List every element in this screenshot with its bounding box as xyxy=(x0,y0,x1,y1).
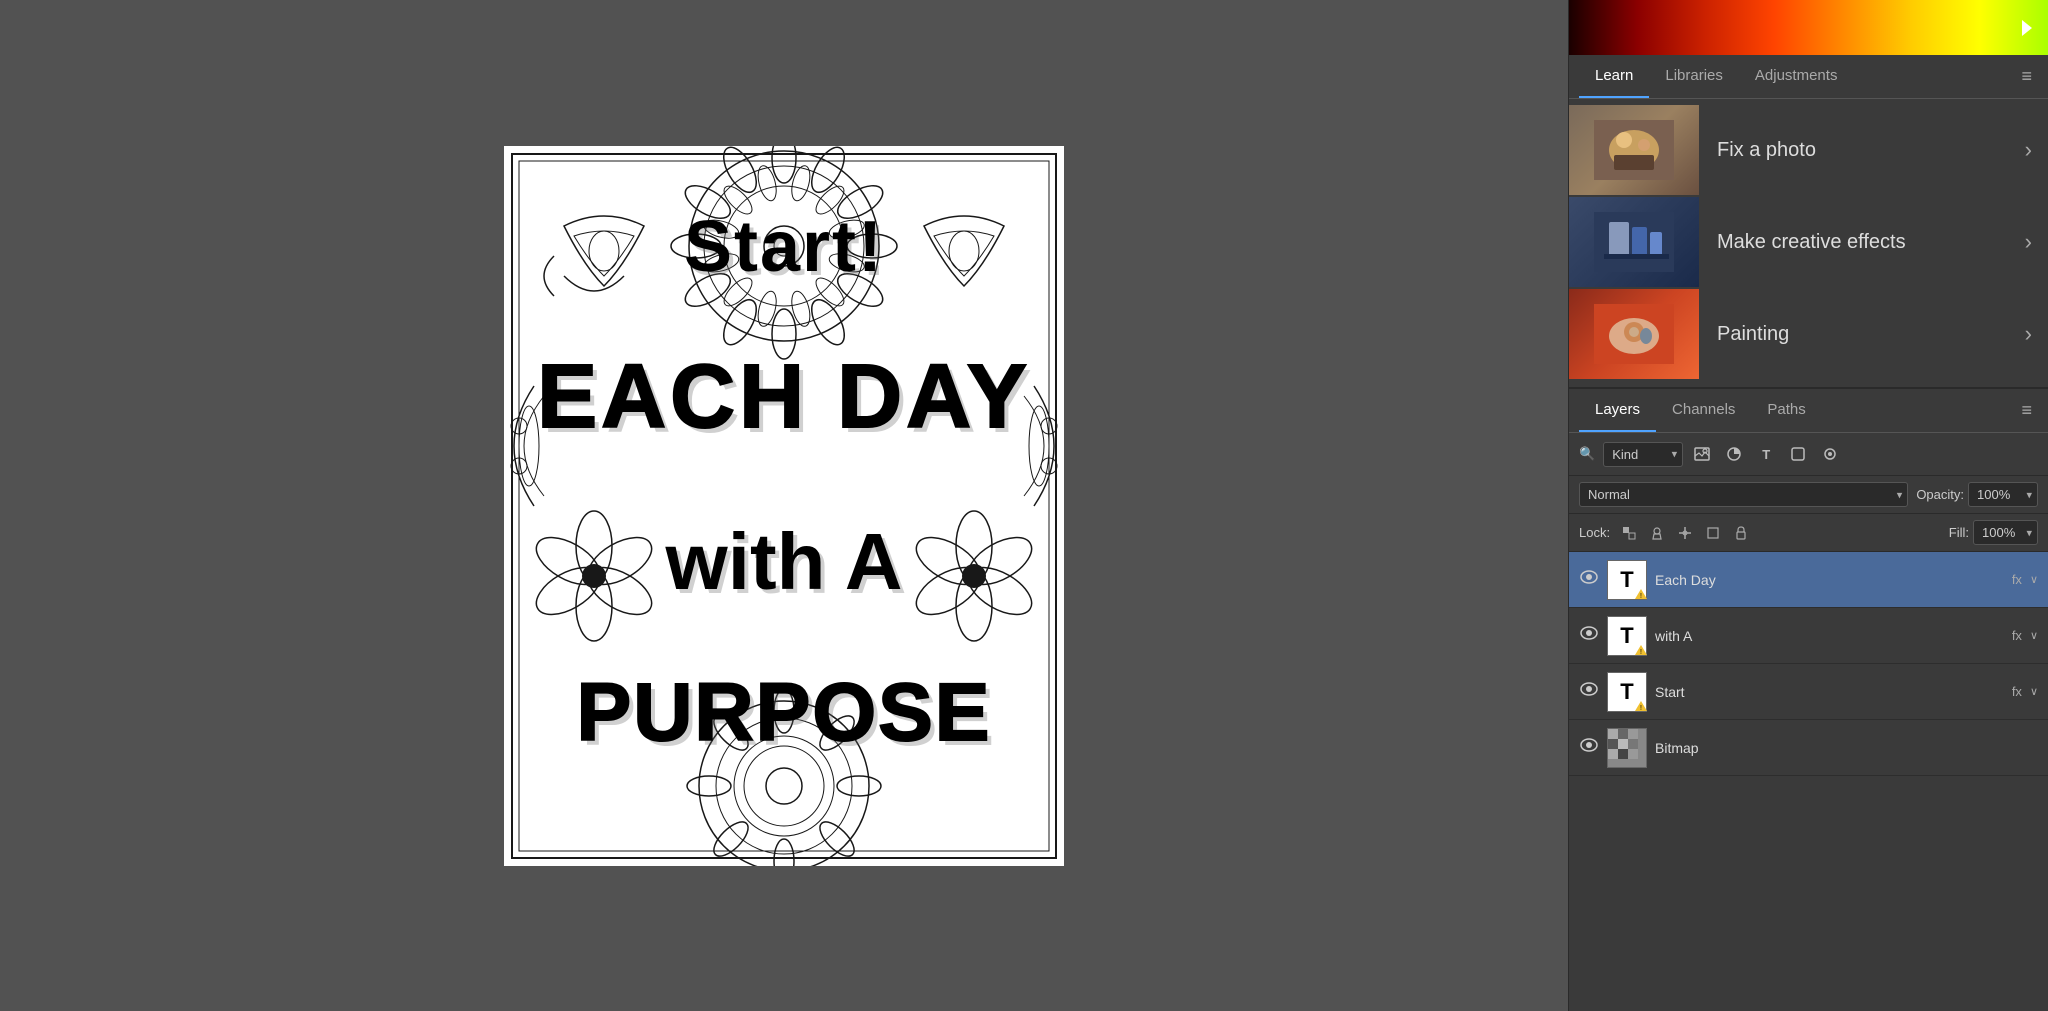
layer-item-each-day[interactable]: T ! Each Day fx ∨ xyxy=(1569,552,2048,608)
lock-fill-row: Lock: Fill: xyxy=(1569,514,2048,552)
filter-type-btn[interactable]: T xyxy=(1753,441,1779,467)
lock-position-btn[interactable] xyxy=(1674,522,1696,544)
layer-thumb-each-day: T ! xyxy=(1607,560,1647,600)
layer-fx-arrow-start[interactable]: ∨ xyxy=(2030,685,2038,698)
learn-card-fix-photo-label: Fix a photo xyxy=(1699,139,2025,162)
layer-item-with-a[interactable]: T ! with A fx ∨ xyxy=(1569,608,2048,664)
layer-item-start[interactable]: T ! Start fx ∨ xyxy=(1569,664,2048,720)
learn-card-creative-thumb xyxy=(1569,197,1699,287)
layers-list: T ! Each Day fx ∨ T ! with A fx ∨ xyxy=(1569,552,2048,1011)
lock-artboard-btn[interactable] xyxy=(1702,522,1724,544)
learn-card-fix-photo-arrow: › xyxy=(2025,137,2048,163)
tab-libraries[interactable]: Libraries xyxy=(1649,55,1739,98)
layer-visibility-each-day[interactable] xyxy=(1579,570,1599,589)
filter-shape-btn[interactable] xyxy=(1785,441,1811,467)
warn-triangle-start: ! xyxy=(1634,699,1648,713)
learn-card-fix-photo[interactable]: Fix a photo › xyxy=(1569,105,2048,195)
opacity-wrapper: Opacity: xyxy=(1916,482,2038,507)
layers-panel-menu-icon[interactable]: ≡ xyxy=(2015,396,2038,425)
kind-select[interactable]: Kind xyxy=(1603,442,1683,467)
opacity-input-wrapper[interactable] xyxy=(1968,482,2038,507)
search-icon: 🔍 xyxy=(1579,446,1595,462)
learn-card-creative-arrow: › xyxy=(2025,229,2048,255)
canvas-text-with-a: with A xyxy=(666,516,903,608)
svg-text:!: ! xyxy=(1640,649,1642,656)
tab-layers[interactable]: Layers xyxy=(1579,389,1656,432)
color-gradient xyxy=(1569,0,2048,55)
lock-icons-group xyxy=(1618,522,1752,544)
triangle-indicator xyxy=(2022,20,2032,36)
learn-cards-container: Fix a photo › Make creative effects › xyxy=(1569,99,2048,387)
layer-name-with-a: with A xyxy=(1655,628,2004,644)
learn-card-fix-photo-thumb xyxy=(1569,105,1699,195)
layer-name-start: Start xyxy=(1655,684,2004,700)
filter-smart-btn[interactable] xyxy=(1817,441,1843,467)
canvas-text-start: Start! xyxy=(684,206,884,288)
tab-paths[interactable]: Paths xyxy=(1751,389,1821,432)
blend-mode-wrapper[interactable]: Normal xyxy=(1579,482,1908,507)
learn-card-painting-label: Painting xyxy=(1699,323,2025,346)
layer-item-bitmap[interactable]: Bitmap xyxy=(1569,720,2048,776)
learn-card-painting-thumb xyxy=(1569,289,1699,379)
learn-card-creative-label: Make creative effects xyxy=(1699,231,2025,254)
layer-fx-arrow-each-day[interactable]: ∨ xyxy=(2030,573,2038,586)
blend-opacity-row: Normal Opacity: xyxy=(1569,476,2048,514)
opacity-input[interactable] xyxy=(1968,482,2038,507)
filter-image-btn[interactable] xyxy=(1689,441,1715,467)
warn-triangle-each-day: ! xyxy=(1634,587,1648,601)
lock-all-btn[interactable] xyxy=(1730,522,1752,544)
learn-card-painting-arrow: › xyxy=(2025,321,2048,347)
lock-image-btn[interactable] xyxy=(1646,522,1668,544)
canvas-area: Start! EACH DAY with A PURPOSE xyxy=(0,0,1568,1011)
layer-visibility-bitmap[interactable] xyxy=(1579,738,1599,757)
canvas-text-each-day: EACH DAY xyxy=(537,346,1031,449)
filter-adjustment-btn[interactable] xyxy=(1721,441,1747,467)
layer-thumb-start: T ! xyxy=(1607,672,1647,712)
color-bar-indicator xyxy=(2022,0,2038,55)
layer-thumb-bitmap xyxy=(1607,728,1647,768)
layer-name-each-day: Each Day xyxy=(1655,572,2004,588)
fill-control: Fill: xyxy=(1949,520,2038,545)
layer-visibility-with-a[interactable] xyxy=(1579,626,1599,645)
artwork-canvas: Start! EACH DAY with A PURPOSE xyxy=(504,146,1064,866)
layer-thumb-with-a: T ! xyxy=(1607,616,1647,656)
layer-fx-each-day[interactable]: fx xyxy=(2012,572,2022,587)
tab-learn[interactable]: Learn xyxy=(1579,55,1649,98)
warn-triangle-with-a: ! xyxy=(1634,643,1648,657)
layer-thumb-text-icon-with-a: T xyxy=(1620,623,1633,649)
kind-select-wrapper[interactable]: Kind xyxy=(1603,442,1683,467)
right-panel: Learn Libraries Adjustments ≡ Fix a ph xyxy=(1568,0,2048,1011)
layer-fx-arrow-with-a[interactable]: ∨ xyxy=(2030,629,2038,642)
lock-pixels-btn[interactable] xyxy=(1618,522,1640,544)
layer-name-bitmap: Bitmap xyxy=(1655,740,2038,756)
learn-card-painting[interactable]: Painting › xyxy=(1569,289,2048,379)
opacity-label: Opacity: xyxy=(1916,487,1964,502)
color-bar xyxy=(1569,0,2048,55)
svg-text:!: ! xyxy=(1640,593,1642,600)
layer-thumb-text-icon-start: T xyxy=(1620,679,1633,705)
layers-kind-toolbar: 🔍 Kind T xyxy=(1569,433,2048,476)
type-icon: T xyxy=(1762,447,1770,462)
learn-card-creative[interactable]: Make creative effects › xyxy=(1569,197,2048,287)
layer-fx-with-a[interactable]: fx xyxy=(2012,628,2022,643)
fill-label: Fill: xyxy=(1949,525,1969,540)
layer-fx-start[interactable]: fx xyxy=(2012,684,2022,699)
tab-channels[interactable]: Channels xyxy=(1656,389,1751,432)
svg-text:!: ! xyxy=(1640,705,1642,712)
fill-input-wrapper[interactable] xyxy=(1973,520,2038,545)
fill-input[interactable] xyxy=(1973,520,2038,545)
lock-label: Lock: xyxy=(1579,525,1610,540)
layers-panel-tabs: Layers Channels Paths ≡ xyxy=(1569,389,2048,433)
layer-thumb-text-icon-each-day: T xyxy=(1620,567,1633,593)
learn-panel-menu-icon[interactable]: ≡ xyxy=(2015,62,2038,91)
layer-visibility-start[interactable] xyxy=(1579,682,1599,701)
tab-adjustments[interactable]: Adjustments xyxy=(1739,55,1854,98)
blend-mode-select[interactable]: Normal xyxy=(1579,482,1908,507)
learn-panel-tabs: Learn Libraries Adjustments ≡ xyxy=(1569,55,2048,99)
canvas-text-purpose: PURPOSE xyxy=(577,666,992,760)
